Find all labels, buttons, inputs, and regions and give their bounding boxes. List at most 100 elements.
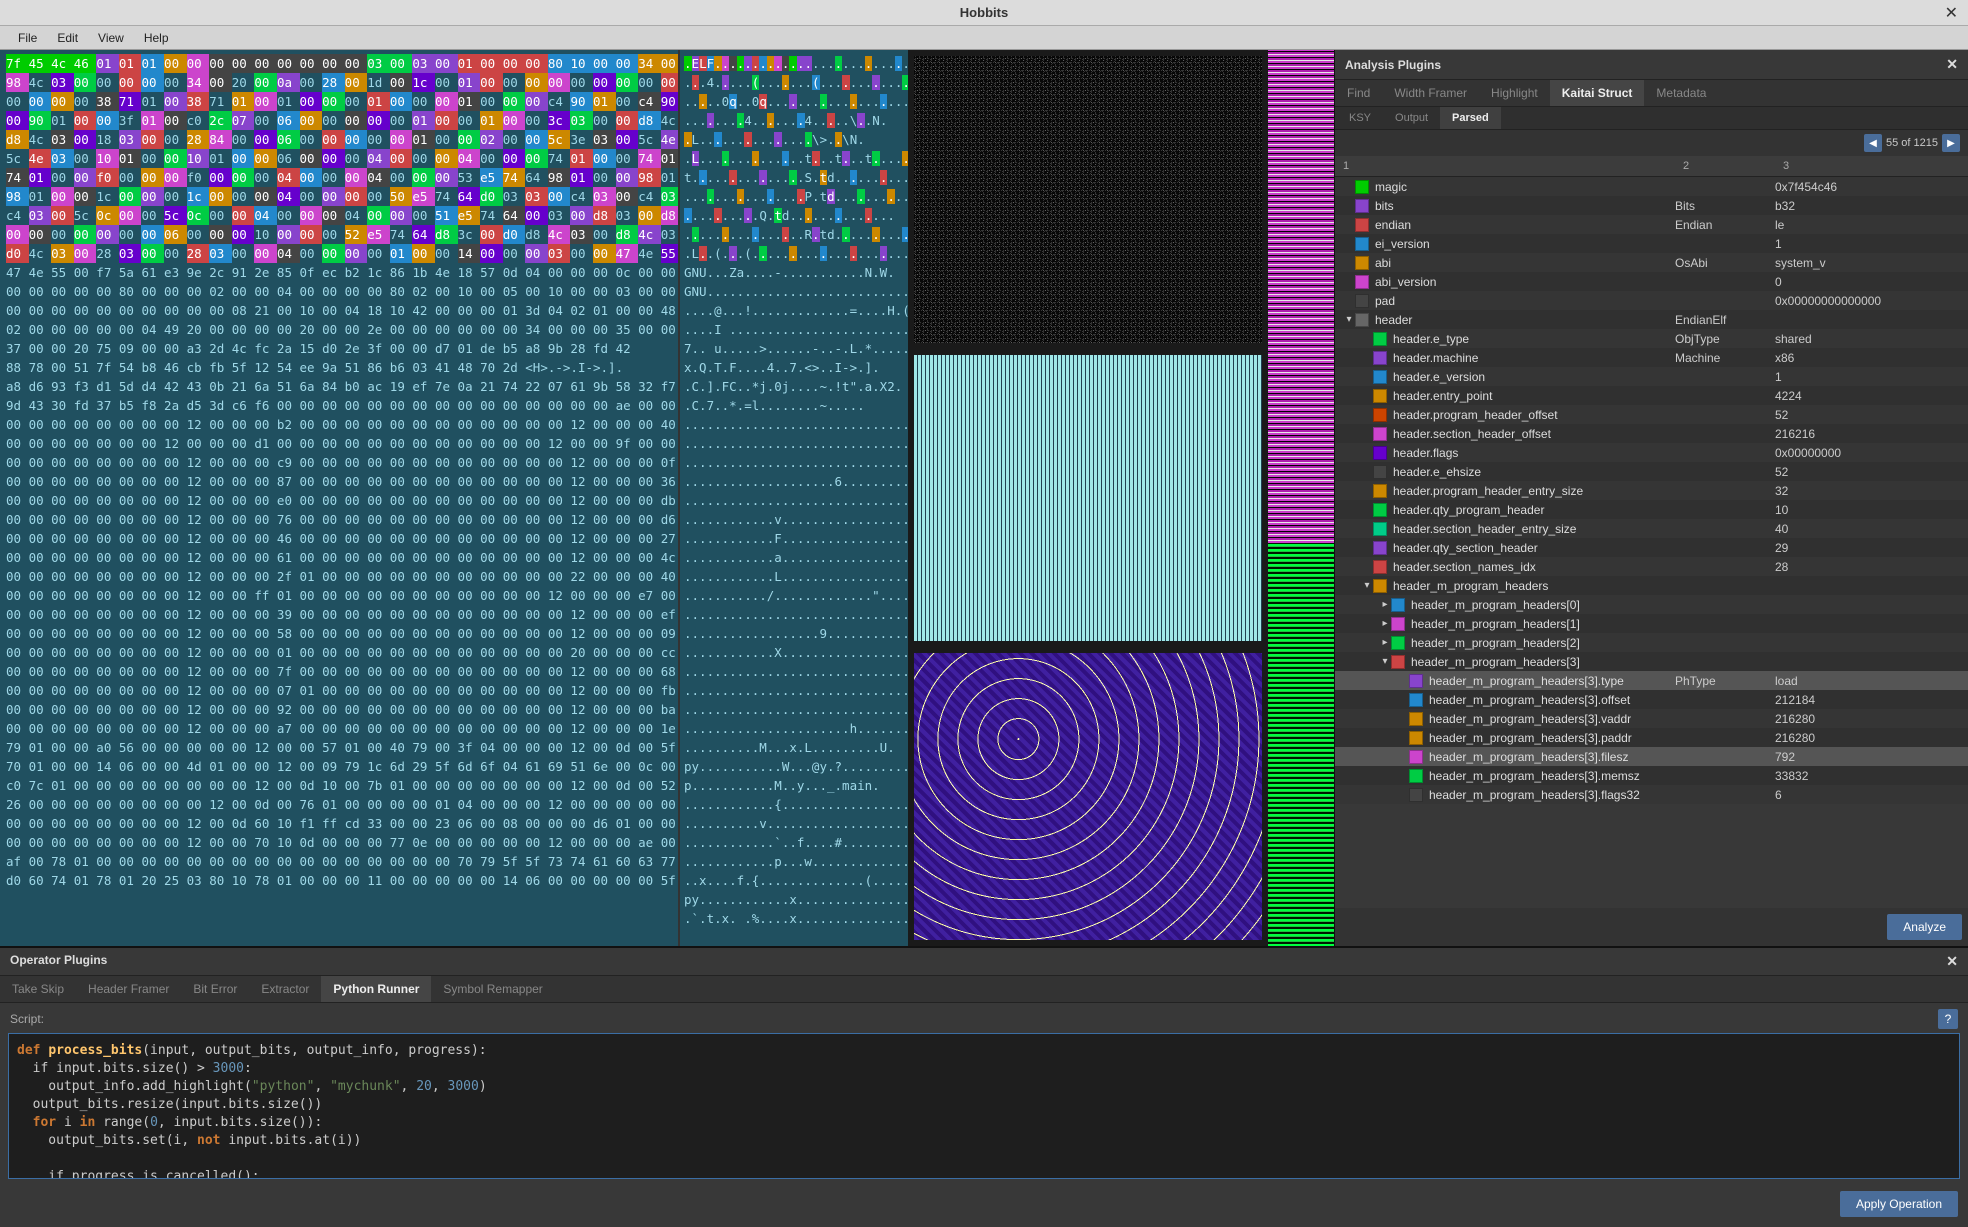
color-swatch [1355,294,1369,308]
tab-metadata[interactable]: Metadata [1644,80,1718,106]
apply-operation-button[interactable]: Apply Operation [1840,1191,1958,1217]
menu-view[interactable]: View [88,28,134,48]
viz-entropy-mid[interactable] [914,355,1262,642]
operator-close-icon[interactable]: ✕ [1946,953,1958,970]
tree-row[interactable]: header.entry_point4224 [1335,386,1968,405]
tree-row[interactable]: header.qty_program_header10 [1335,500,1968,519]
script-help-button[interactable]: ? [1938,1009,1958,1029]
tree-row[interactable]: header.section_header_offset216216 [1335,424,1968,443]
tree-node-name: header [1375,313,1675,327]
color-swatch [1355,256,1369,270]
optab-python-runner[interactable]: Python Runner [321,976,431,1002]
tree-row[interactable]: header.e_ehsize52 [1335,462,1968,481]
tree-row[interactable]: bitsBitsb32 [1335,196,1968,215]
tree-row[interactable]: pad0x00000000000000 [1335,291,1968,310]
tree-row[interactable]: ▾ header_m_program_headers [1335,576,1968,595]
tree-row[interactable]: ▸header_m_program_headers[2] [1335,633,1968,652]
tab-width-framer[interactable]: Width Framer [1382,80,1479,106]
tree-row[interactable]: header.e_typeObjTypeshared [1335,329,1968,348]
tab-highlight[interactable]: Highlight [1479,80,1550,106]
tree-row[interactable]: header_m_program_headers[3].vaddr216280 [1335,709,1968,728]
tree-row[interactable]: abiOsAbisystem_v [1335,253,1968,272]
optab-symbol-remapper[interactable]: Symbol Remapper [431,976,554,1002]
tab-find[interactable]: Find [1335,80,1382,106]
subtab-output[interactable]: Output [1383,107,1440,129]
color-swatch [1355,275,1369,289]
tree-node-value: 0x7f454c46 [1775,180,1968,194]
tree-node-value: 32 [1775,484,1968,498]
tree-row[interactable]: header.qty_section_header29 [1335,538,1968,557]
subtab-ksy[interactable]: KSY [1337,107,1383,129]
tree-node-name: abi_version [1375,275,1675,289]
optab-extractor[interactable]: Extractor [249,976,321,1002]
tree-row[interactable]: header.section_names_idx28 [1335,557,1968,576]
analysis-tabs: Find Width Framer Highlight Kaitai Struc… [1335,80,1968,107]
tree-col-3: 3 [1783,160,1960,172]
menu-help[interactable]: Help [134,28,179,48]
expand-icon[interactable]: ▾ [1379,656,1391,667]
optab-take-skip[interactable]: Take Skip [0,976,76,1002]
analyze-button[interactable]: Analyze [1887,914,1962,940]
tree-node-name: header_m_program_headers[3].memsz [1429,769,1675,783]
expand-icon[interactable]: ▾ [1361,580,1373,591]
script-label: Script: [10,1012,44,1026]
tree-node-value: 10 [1775,503,1968,517]
tree-row[interactable]: header_m_program_headers[3].flags326 [1335,785,1968,804]
parse-tree[interactable]: magic 0x7f454c46 bitsBitsb32endianEndianle… [1335,177,1968,908]
tree-row[interactable]: abi_version0 [1335,272,1968,291]
ascii-pane[interactable]: .ELF...............................4....… [678,50,908,946]
script-editor[interactable]: def process_bits(input, output_bits, out… [8,1033,1960,1179]
tree-row[interactable]: header_m_program_headers[3].memsz33832 [1335,766,1968,785]
tree-row[interactable]: header_m_program_headers[3].paddr216280 [1335,728,1968,747]
optab-bit-error[interactable]: Bit Error [181,976,249,1002]
tree-node-name: magic [1375,180,1675,194]
tree-node-name: header_m_program_headers[0] [1411,598,1675,612]
analysis-close-icon[interactable]: ✕ [1946,56,1958,73]
tree-row[interactable]: header_m_program_headers[3].offset212184 [1335,690,1968,709]
tree-node-name: header.qty_section_header [1393,541,1675,555]
tree-row[interactable]: ▸header_m_program_headers[1] [1335,614,1968,633]
expand-icon[interactable]: ▸ [1379,618,1391,629]
tree-row[interactable]: header.machineMachinex86 [1335,348,1968,367]
viz-entropy-bottom[interactable] [914,653,1262,940]
tree-node-type: PhType [1675,674,1775,688]
viz-entropy-top[interactable] [914,56,1262,343]
tree-node-name: header.program_header_offset [1393,408,1675,422]
expand-icon[interactable]: ▾ [1343,314,1355,325]
tree-row[interactable]: header.program_header_offset52 [1335,405,1968,424]
tree-node-name: header.section_header_offset [1393,427,1675,441]
analysis-title: Analysis Plugins [1345,58,1441,72]
analysis-pane: Analysis Plugins ✕ Find Width Framer Hig… [1334,50,1968,946]
tree-node-value: le [1775,218,1968,232]
tree-node-name: header_m_program_headers [1393,579,1675,593]
color-swatch [1373,560,1387,574]
tree-node-name: header.e_type [1393,332,1675,346]
tab-kaitai-struct[interactable]: Kaitai Struct [1550,80,1645,106]
optab-header-framer[interactable]: Header Framer [76,976,181,1002]
tree-row[interactable]: header_m_program_headers[3].typePhTypelo… [1335,671,1968,690]
tree-row[interactable]: header.section_header_entry_size40 [1335,519,1968,538]
menu-file[interactable]: File [8,28,47,48]
nav-next-icon[interactable]: ▶ [1942,134,1960,152]
tree-node-name: ei_version [1375,237,1675,251]
window-close-icon[interactable]: ✕ [1945,3,1958,23]
tree-row[interactable]: ▸ header_m_program_headers[0] [1335,595,1968,614]
tree-row[interactable]: ▾header_m_program_headers[3] [1335,652,1968,671]
tree-row[interactable]: magic 0x7f454c46 [1335,177,1968,196]
tree-row[interactable]: header.program_header_entry_size32 [1335,481,1968,500]
tree-row[interactable]: header.e_version1 [1335,367,1968,386]
tree-row[interactable]: endianEndianle [1335,215,1968,234]
subtab-parsed[interactable]: Parsed [1440,107,1501,129]
color-swatch [1409,712,1423,726]
hex-pane[interactable]: 7f 45 4c 46 01 01 01 00 00 00 00 00 00 0… [0,50,678,946]
menu-edit[interactable]: Edit [47,28,88,48]
expand-icon[interactable]: ▸ [1379,637,1391,648]
expand-icon[interactable]: ▸ [1379,599,1391,610]
tree-row[interactable]: ▾headerEndianElf [1335,310,1968,329]
nav-prev-icon[interactable]: ◀ [1864,134,1882,152]
tree-node-name: header.machine [1393,351,1675,365]
tree-row[interactable]: header_m_program_headers[3].filesz792 [1335,747,1968,766]
tree-row[interactable]: header.flags0x00000000 [1335,443,1968,462]
tree-row[interactable]: ei_version1 [1335,234,1968,253]
viz-minimap-strip[interactable] [1268,50,1334,946]
